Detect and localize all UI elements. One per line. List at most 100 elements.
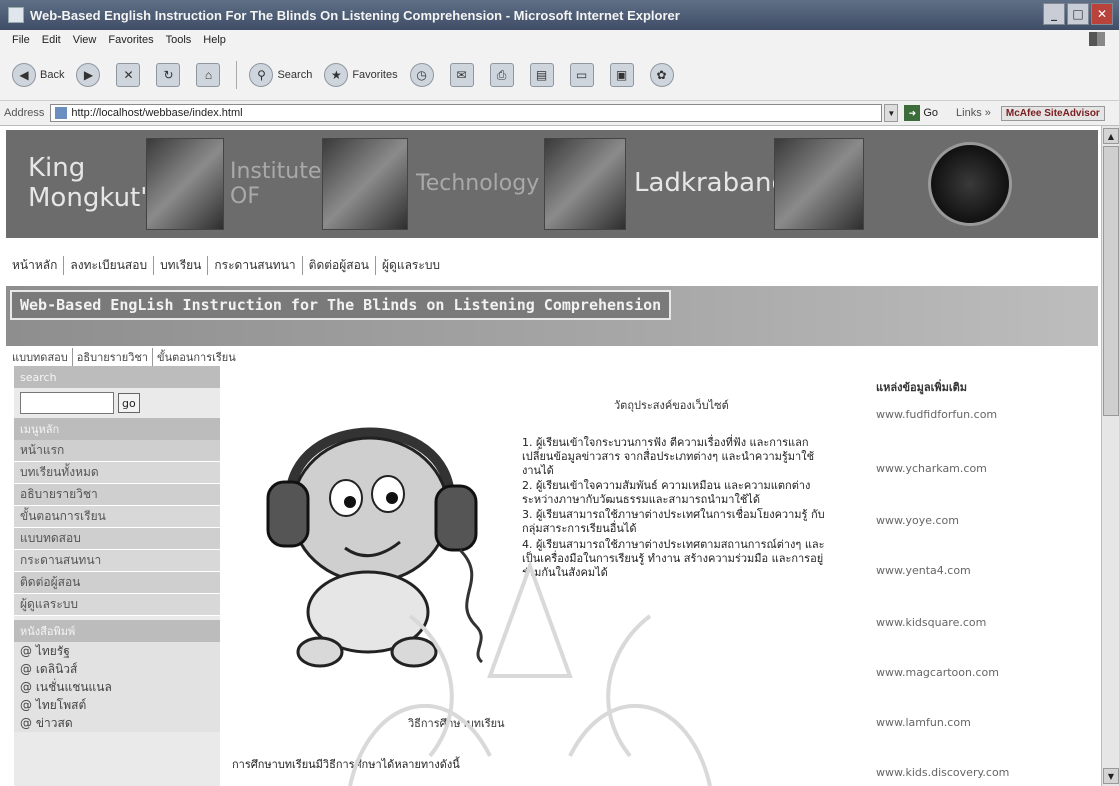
- search-icon: ⚲: [249, 63, 274, 87]
- baby-headphones-illustration: [266, 427, 484, 668]
- resource-link[interactable]: www.lamfun.com: [876, 716, 971, 729]
- home-button[interactable]: ⌂: [196, 63, 224, 87]
- menu-item-home[interactable]: หน้าแรก: [14, 440, 220, 462]
- research-icon: ▣: [609, 63, 634, 87]
- edit-button[interactable]: ▤: [529, 63, 558, 87]
- resource-link[interactable]: www.yenta4.com: [876, 564, 971, 577]
- history-icon: ◷: [409, 63, 434, 87]
- resource-link[interactable]: www.kidsquare.com: [876, 616, 986, 629]
- menu-tools[interactable]: Tools: [166, 34, 192, 46]
- nav-lessons[interactable]: บทเรียน: [154, 256, 209, 275]
- resource-link[interactable]: www.ycharkam.com: [876, 462, 987, 475]
- back-button[interactable]: ◀ Back: [12, 63, 64, 87]
- address-input[interactable]: http://localhost/webbase/index.html: [50, 104, 883, 122]
- maximize-button[interactable]: □: [1067, 3, 1089, 25]
- resource-link[interactable]: www.magcartoon.com: [876, 666, 999, 679]
- left-sidebar: search go เมนูหลัก หน้าแรก บทเรียนทั้งหม…: [14, 366, 220, 786]
- newspaper-link[interactable]: @ เนชั่นแชนแนล: [14, 678, 220, 696]
- mail-button[interactable]: ✉: [449, 63, 478, 87]
- minimize-button[interactable]: _: [1043, 3, 1065, 25]
- search-button[interactable]: ⚲ Search: [249, 63, 312, 87]
- menu-file[interactable]: File: [12, 34, 30, 46]
- search-go-button[interactable]: go: [118, 393, 140, 413]
- back-arrow-icon: ◀: [12, 63, 36, 87]
- scroll-thumb[interactable]: [1103, 146, 1119, 416]
- header-band: Web-Based EngLish Instruction for The Bl…: [6, 286, 1098, 346]
- newspaper-link[interactable]: @ ไทยโพสต์: [14, 696, 220, 714]
- research-button[interactable]: ▣: [609, 63, 638, 87]
- windows-logo-icon: [1089, 32, 1105, 46]
- home-icon: ⌂: [196, 63, 221, 87]
- menu-item-tests[interactable]: แบบทดสอบ: [14, 528, 220, 550]
- menu-item-all-lessons[interactable]: บทเรียนทั้งหมด: [14, 462, 220, 484]
- back-label: Back: [40, 69, 65, 81]
- links-button[interactable]: Links »: [956, 107, 991, 119]
- nav-contact-teacher[interactable]: ติดต่อผู้สอน: [303, 256, 377, 275]
- menu-favorites[interactable]: Favorites: [108, 34, 153, 46]
- banner-word-institute: Institute OF: [230, 158, 322, 209]
- newspaper-link[interactable]: @ ข่าวสด: [14, 714, 220, 732]
- menu-help[interactable]: Help: [203, 34, 226, 46]
- search-input[interactable]: [20, 392, 114, 414]
- menu-item-learning-steps[interactable]: ขั้นตอนการเรียน: [14, 506, 220, 528]
- newspaper-link[interactable]: @ เดลินิวส์: [14, 660, 220, 678]
- address-label: Address: [4, 107, 45, 119]
- resources-heading: แหล่งข้อมูลเพิ่มเติม: [876, 381, 967, 394]
- star-icon: ★: [324, 63, 349, 87]
- objective-item: 2. ผู้เรียนเข้าใจความสัมพันธ์ ความเหมือน…: [522, 479, 811, 507]
- forward-arrow-icon: ▶: [76, 63, 101, 87]
- messenger-icon: ✿: [649, 63, 674, 87]
- favorites-button[interactable]: ★ Favorites: [324, 63, 398, 87]
- messenger-button[interactable]: ✿: [649, 63, 678, 87]
- banner-word-king-mongkuts: King Mongkut's: [28, 153, 161, 213]
- study-method-text: การศึกษาบทเรียนมีวิธีการศึกษาได้หลายทางด…: [232, 758, 460, 771]
- nav-home[interactable]: หน้าหลัก: [12, 256, 65, 275]
- forward-button[interactable]: ▶: [76, 63, 104, 87]
- nav-webboard[interactable]: กระดานสนทนา: [208, 256, 303, 275]
- address-url: http://localhost/webbase/index.html: [71, 107, 243, 119]
- nav-admin[interactable]: ผู้ดูแลระบบ: [376, 256, 446, 275]
- resource-link[interactable]: www.kids.discovery.com: [876, 766, 1009, 779]
- go-arrow-icon: ➜: [904, 105, 921, 121]
- resources-column: แหล่งข้อมูลเพิ่มเติม www.fudfidforfun.co…: [870, 366, 1090, 786]
- close-button[interactable]: ✕: [1091, 3, 1113, 25]
- objective-item: 1. ผู้เรียนเข้าใจกระบวนการฟัง ตีความเรื่…: [522, 436, 815, 478]
- scroll-down-icon[interactable]: ▼: [1103, 768, 1119, 784]
- nav-register-exam[interactable]: ลงทะเบียนสอบ: [64, 256, 155, 275]
- mcafee-siteadvisor-button[interactable]: McAfee SiteAdvisor: [1000, 105, 1105, 121]
- newspaper-link[interactable]: @ ไทยรัฐ: [14, 642, 220, 660]
- print-button[interactable]: ⎙: [489, 63, 518, 87]
- scroll-up-icon[interactable]: ▲: [1103, 128, 1119, 144]
- resource-link[interactable]: www.yoye.com: [876, 514, 959, 527]
- address-dropdown-icon[interactable]: ▼: [884, 104, 899, 122]
- sub-navigation: แบบทดสอบ อธิบายรายวิชา ขั้นตอนการเรียน: [12, 348, 240, 366]
- edit-icon: ▤: [529, 63, 554, 87]
- menu-view[interactable]: View: [73, 34, 97, 46]
- main-menu-heading: เมนูหลัก: [14, 418, 220, 440]
- search-form: go: [14, 388, 220, 418]
- history-button[interactable]: ◷: [409, 63, 438, 87]
- banner-photo: [322, 138, 408, 230]
- vertical-scrollbar[interactable]: ▲ ▼: [1101, 126, 1119, 786]
- banner-photo: [146, 138, 224, 230]
- menu-item-contact-teacher[interactable]: ติดต่อผู้สอน: [14, 572, 220, 594]
- menu-item-webboard[interactable]: กระดานสนทนา: [14, 550, 220, 572]
- menu-edit[interactable]: Edit: [42, 34, 61, 46]
- subnav-learning-steps[interactable]: ขั้นตอนการเรียน: [153, 348, 240, 366]
- site-banner: King Mongkut's Institute OF Technology La…: [6, 130, 1098, 238]
- menu-item-admin[interactable]: ผู้ดูแลระบบ: [14, 594, 220, 616]
- subnav-course-description[interactable]: อธิบายรายวิชา: [73, 348, 154, 366]
- page-icon: [55, 107, 68, 119]
- site-title: Web-Based EngLish Instruction for The Bl…: [10, 290, 672, 320]
- stop-button[interactable]: ✕: [116, 63, 144, 87]
- window-title: Web-Based English Instruction For The Bl…: [30, 7, 680, 23]
- go-button[interactable]: ➜ Go: [904, 105, 938, 121]
- university-seal-logo: [928, 142, 1012, 226]
- objective-item: 3. ผู้เรียนสามารถใช้ภาษาต่างประเทศในการเ…: [522, 508, 825, 536]
- subnav-tests[interactable]: แบบทดสอบ: [12, 348, 73, 366]
- resource-link[interactable]: www.fudfidforfun.com: [876, 408, 997, 421]
- window-controls: _ □ ✕: [1043, 3, 1113, 25]
- refresh-button[interactable]: ↻: [156, 63, 184, 87]
- menu-item-course-description[interactable]: อธิบายรายวิชา: [14, 484, 220, 506]
- discuss-button[interactable]: ▭: [569, 63, 598, 87]
